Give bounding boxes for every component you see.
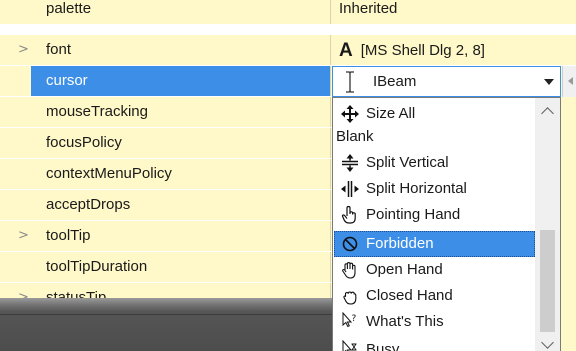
property-name: acceptDrops bbox=[46, 196, 131, 213]
property-name: font bbox=[46, 41, 72, 58]
property-name: palette bbox=[46, 0, 92, 17]
option-label: Split Horizontal bbox=[366, 180, 467, 197]
property-value[interactable]: A [MS Shell Dlg 2, 8] bbox=[331, 35, 576, 65]
reset-property-button[interactable] bbox=[562, 66, 576, 97]
expand-icon bbox=[18, 135, 32, 151]
expand-icon bbox=[18, 197, 32, 213]
expand-icon bbox=[18, 259, 32, 275]
whats-this-cursor-icon: ? bbox=[342, 312, 357, 328]
option-label: Open Hand bbox=[366, 261, 443, 278]
expand-icon bbox=[18, 1, 32, 17]
option-split-vertical[interactable]: Split Vertical bbox=[334, 150, 535, 176]
property-name: toolTip bbox=[46, 227, 91, 244]
property-row-palette[interactable]: palette Inherited bbox=[0, 0, 576, 25]
chevron-down-icon[interactable] bbox=[544, 79, 554, 85]
option-closed-hand[interactable]: Closed Hand bbox=[334, 283, 535, 309]
closed-hand-cursor-icon bbox=[343, 291, 357, 305]
expand-icon bbox=[18, 73, 32, 89]
svg-text:?: ? bbox=[352, 314, 357, 324]
option-label: Pointing Hand bbox=[366, 206, 461, 223]
divider bbox=[0, 314, 332, 315]
ibeam-cursor-icon bbox=[346, 71, 354, 93]
expand-icon[interactable]: > bbox=[18, 42, 32, 58]
split-vertical-cursor-icon bbox=[342, 154, 358, 172]
option-split-horizontal[interactable]: Split Horizontal bbox=[334, 176, 535, 202]
combobox-value: IBeam bbox=[373, 73, 417, 90]
cursor-dropdown-list[interactable]: Size All Blank Split Vertical Split Hori… bbox=[332, 97, 561, 351]
cursor-combobox[interactable]: IBeam bbox=[332, 66, 561, 97]
reset-arrow-icon bbox=[568, 77, 573, 85]
option-pointing-hand[interactable]: Pointing Hand bbox=[334, 202, 535, 228]
scrollbar-thumb[interactable] bbox=[540, 230, 555, 332]
expand-icon[interactable]: > bbox=[18, 228, 32, 244]
option-label: What's This bbox=[366, 313, 444, 330]
option-label: Busy bbox=[366, 341, 400, 351]
property-row-font[interactable]: > font A [MS Shell Dlg 2, 8] bbox=[0, 35, 576, 66]
option-forbidden[interactable]: Forbidden bbox=[334, 231, 535, 257]
font-value: [MS Shell Dlg 2, 8] bbox=[360, 42, 485, 59]
option-label: Closed Hand bbox=[366, 287, 453, 304]
property-name: focusPolicy bbox=[46, 134, 122, 151]
property-value[interactable]: Inherited bbox=[331, 0, 576, 24]
option-label: Forbidden bbox=[366, 235, 434, 252]
expand-icon bbox=[18, 166, 32, 182]
expand-icon bbox=[18, 104, 32, 120]
property-name: mouseTracking bbox=[46, 103, 148, 120]
dropdown-scrollbar[interactable] bbox=[535, 98, 560, 351]
option-whats-this[interactable]: ? What's This bbox=[334, 309, 535, 335]
value-column-strip bbox=[561, 97, 576, 351]
split-horizontal-cursor-icon bbox=[341, 181, 359, 197]
option-label: Split Vertical bbox=[366, 154, 449, 171]
option-blank[interactable]: Blank bbox=[334, 124, 535, 150]
property-name: toolTipDuration bbox=[46, 258, 148, 275]
chevron-up-icon[interactable] bbox=[541, 107, 554, 120]
option-busy[interactable]: Busy bbox=[334, 337, 535, 351]
open-hand-cursor-icon bbox=[342, 262, 356, 279]
option-label: Blank bbox=[336, 128, 374, 145]
property-name: cursor bbox=[31, 66, 330, 96]
busy-cursor-icon bbox=[342, 340, 357, 351]
forbidden-cursor-icon bbox=[342, 236, 358, 252]
property-name: contextMenuPolicy bbox=[46, 165, 172, 182]
size-all-cursor-icon bbox=[341, 105, 359, 123]
panel-bottom-edge bbox=[0, 298, 332, 351]
option-open-hand[interactable]: Open Hand bbox=[334, 257, 535, 283]
pointing-hand-cursor-icon bbox=[341, 205, 356, 224]
chevron-down-icon[interactable] bbox=[541, 336, 554, 349]
font-icon: A bbox=[339, 40, 353, 61]
